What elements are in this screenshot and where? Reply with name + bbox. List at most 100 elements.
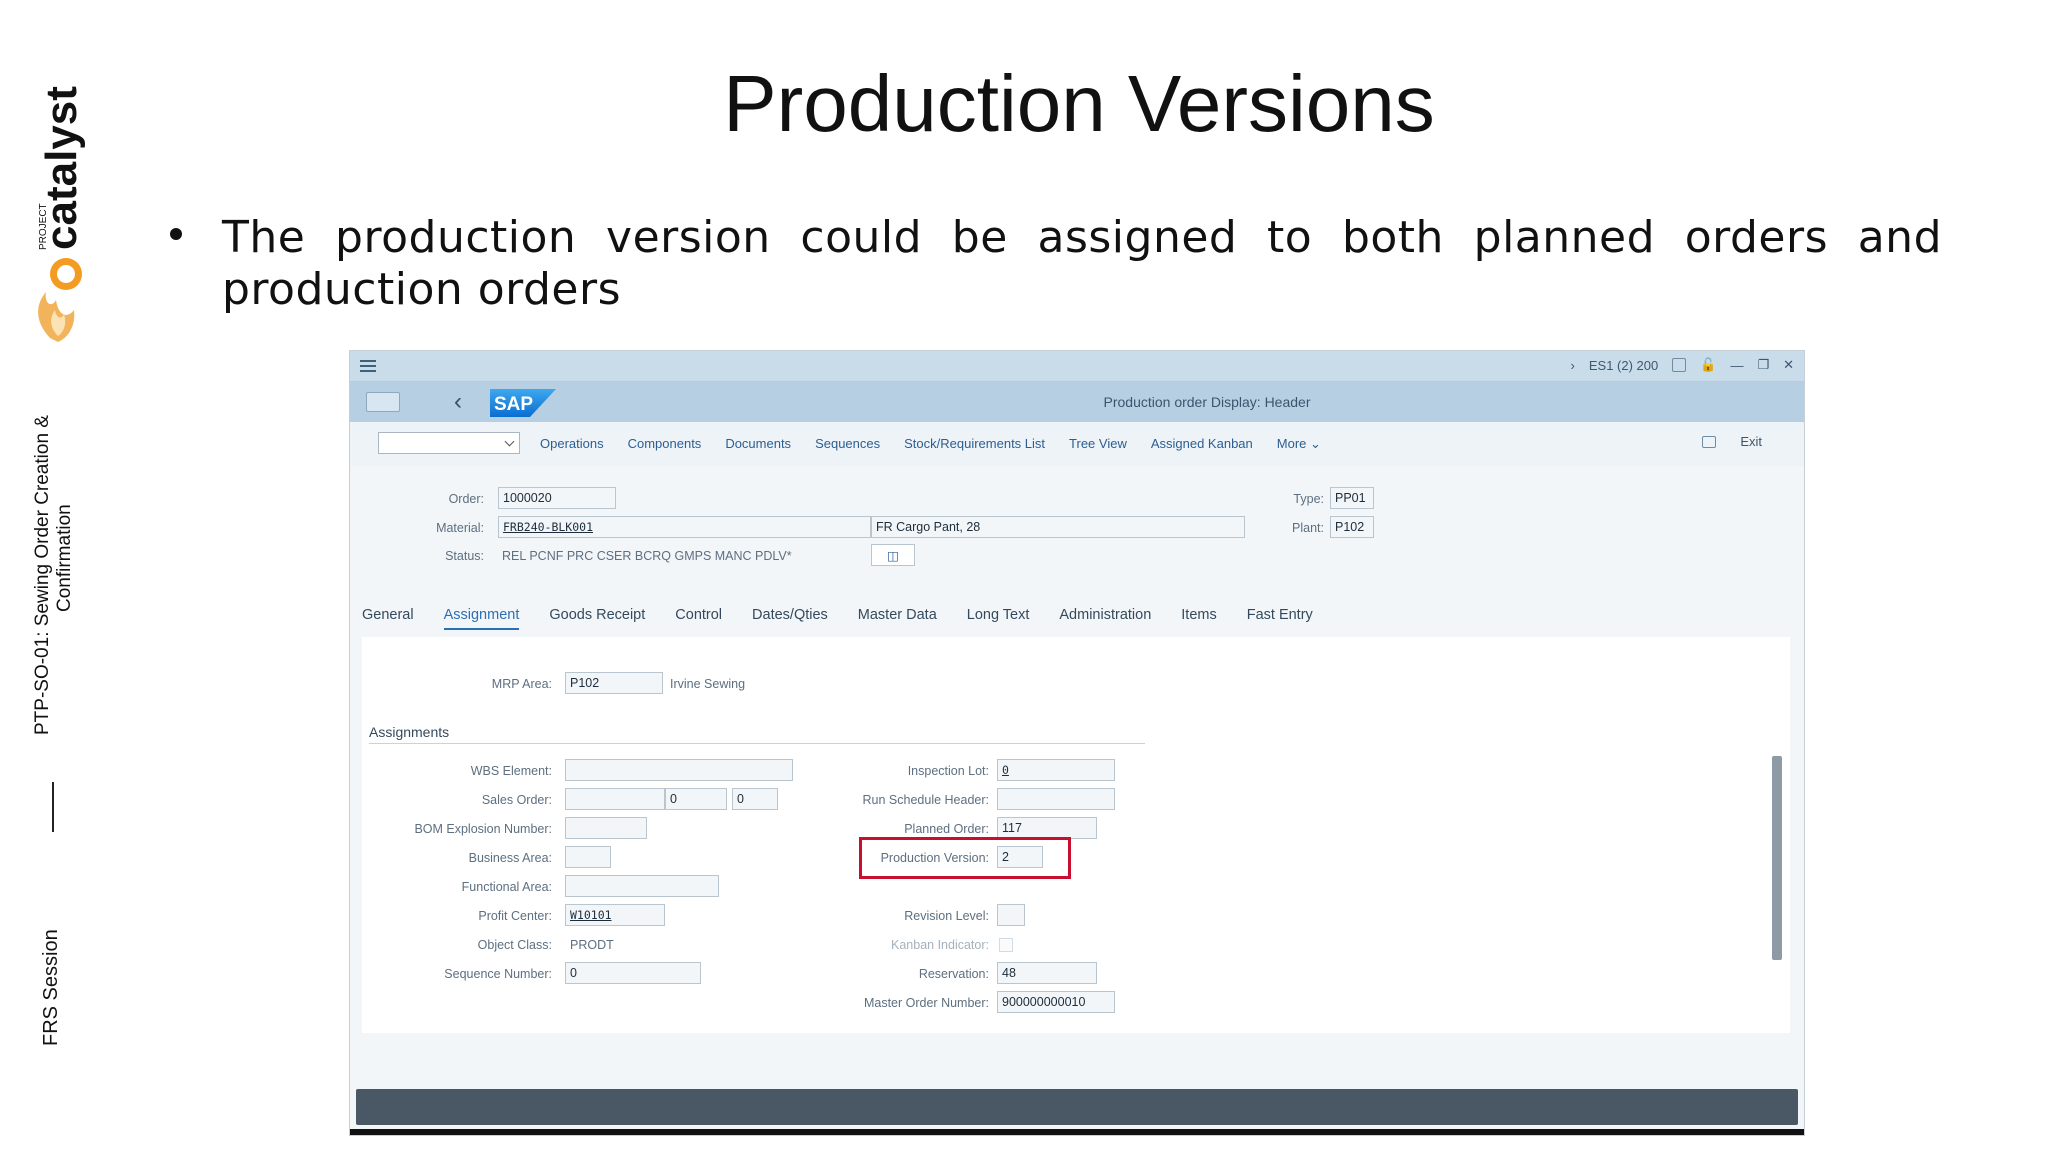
sap-shell-header: ‹ SAP Production order Display: Header bbox=[350, 382, 1804, 422]
toolbar-more[interactable]: More ⌄ bbox=[1277, 436, 1321, 452]
kanban-indicator-checkbox[interactable] bbox=[999, 938, 1013, 952]
rail-divider bbox=[52, 782, 54, 832]
toolbar-items: Operations Components Documents Sequence… bbox=[540, 436, 1321, 452]
kanban-indicator-label: Kanban Indicator: bbox=[891, 938, 989, 952]
master-order-number-field[interactable]: 900000000010 bbox=[997, 991, 1115, 1013]
order-field[interactable]: 1000020 bbox=[498, 487, 616, 509]
profit-center-label: Profit Center: bbox=[478, 909, 552, 923]
rail-session-label: FRS Session bbox=[40, 929, 62, 1046]
chevron-down-icon: ⌄ bbox=[1310, 436, 1321, 451]
type-label: Type: bbox=[1293, 492, 1324, 506]
sequence-number-label: Sequence Number: bbox=[444, 967, 552, 981]
slide: catalyst PROJECT PTP-SO-01: Sewing Order… bbox=[0, 0, 2048, 1152]
reservation-field[interactable]: 48 bbox=[997, 962, 1097, 984]
tab-goods-receipt[interactable]: Goods Receipt bbox=[549, 607, 645, 630]
toolbar-right: Exit bbox=[1702, 434, 1762, 449]
mrp-area-label: MRP Area: bbox=[491, 677, 552, 691]
toolbar-assigned-kanban[interactable]: Assigned Kanban bbox=[1151, 436, 1253, 452]
left-rail: catalyst PROJECT PTP-SO-01: Sewing Order… bbox=[0, 0, 110, 1152]
assignments-section-title: Assignments bbox=[369, 724, 450, 740]
order-label: Order: bbox=[448, 492, 484, 506]
toolbar-stock-requirements[interactable]: Stock/Requirements List bbox=[904, 436, 1045, 452]
tab-general[interactable]: General bbox=[362, 607, 414, 630]
object-class-label: Object Class: bbox=[477, 938, 552, 952]
screen-title: Production order Display: Header bbox=[1103, 394, 1311, 410]
mrp-area-field[interactable]: P102 bbox=[565, 672, 663, 694]
toolbar-documents[interactable]: Documents bbox=[725, 436, 791, 452]
revision-level-field[interactable] bbox=[997, 904, 1025, 926]
profit-center-field[interactable]: W10101 bbox=[565, 904, 665, 926]
planned-order-label: Planned Order: bbox=[904, 822, 989, 836]
vertical-scrollbar[interactable] bbox=[1772, 756, 1782, 960]
exit-button[interactable]: Exit bbox=[1740, 434, 1762, 449]
plant-field[interactable]: P102 bbox=[1330, 516, 1374, 538]
tab-assignment[interactable]: Assignment bbox=[443, 607, 520, 630]
bom-explosion-label: BOM Explosion Number: bbox=[414, 822, 552, 836]
material-description: FR Cargo Pant, 28 bbox=[871, 516, 1245, 538]
type-field[interactable]: PP01 bbox=[1330, 487, 1374, 509]
object-class-value: PRODT bbox=[570, 938, 614, 952]
close-icon[interactable]: ✕ bbox=[1783, 357, 1794, 373]
bullet-text: The production version could be assigned… bbox=[222, 212, 1942, 315]
run-schedule-header-label: Run Schedule Header: bbox=[862, 793, 989, 807]
toolbar-tree-view[interactable]: Tree View bbox=[1069, 436, 1127, 452]
status-info-button[interactable]: ◫ bbox=[871, 544, 915, 566]
slide-title: Production Versions bbox=[723, 59, 1435, 148]
wbs-element-field[interactable] bbox=[565, 759, 793, 781]
wbs-element-label: WBS Element: bbox=[470, 764, 552, 778]
toolbar-operations[interactable]: Operations bbox=[540, 436, 604, 452]
rail-title-line2: Confirmation bbox=[54, 504, 75, 612]
assignment-panel: MRP Area: P102 Irvine Sewing Assignments… bbox=[362, 637, 1790, 1033]
master-order-number-label: Master Order Number: bbox=[863, 996, 989, 1010]
production-version-highlight bbox=[859, 837, 1071, 879]
assignments-divider bbox=[369, 743, 1145, 744]
tab-items[interactable]: Items bbox=[1181, 607, 1216, 630]
tab-long-text[interactable]: Long Text bbox=[967, 607, 1030, 630]
status-footer-bar bbox=[356, 1089, 1798, 1125]
sequence-number-field[interactable]: 0 bbox=[565, 962, 701, 984]
sales-order-field[interactable] bbox=[565, 788, 665, 810]
tab-fast-entry[interactable]: Fast Entry bbox=[1247, 607, 1313, 630]
sales-order-schedule-field[interactable]: 0 bbox=[732, 788, 778, 810]
toolbar-sequences[interactable]: Sequences bbox=[815, 436, 880, 452]
bottom-border bbox=[350, 1129, 1804, 1135]
toolbar-more-label: More bbox=[1276, 436, 1307, 451]
system-info-bar: › ES1 (2) 200 🔓 — ❐ ✕ bbox=[1571, 357, 1794, 373]
revision-level-label: Revision Level: bbox=[904, 909, 989, 923]
lock-icon[interactable]: 🔓 bbox=[1700, 357, 1716, 373]
material-field[interactable]: FRB240-BLK001 bbox=[498, 516, 871, 538]
status-label: Status: bbox=[445, 549, 484, 563]
planned-order-field[interactable]: 117 bbox=[997, 817, 1097, 839]
material-label: Material: bbox=[436, 521, 484, 535]
sap-window: › ES1 (2) 200 🔓 — ❐ ✕ ‹ SAP Production o… bbox=[349, 350, 1805, 1136]
logo-small: PROJECT bbox=[38, 203, 49, 250]
sales-order-item-field[interactable]: 0 bbox=[665, 788, 727, 810]
session-icon[interactable] bbox=[1672, 358, 1687, 372]
run-schedule-header-field[interactable] bbox=[997, 788, 1115, 810]
business-area-field[interactable] bbox=[565, 846, 611, 868]
minimize-icon[interactable]: — bbox=[1730, 358, 1743, 373]
plant-label: Plant: bbox=[1292, 521, 1324, 535]
toolbar-components[interactable]: Components bbox=[628, 436, 702, 452]
system-info: ES1 (2) 200 bbox=[1588, 357, 1659, 373]
chevron-right-icon[interactable]: › bbox=[1571, 358, 1575, 373]
bullet-icon bbox=[170, 228, 182, 240]
functional-area-field[interactable] bbox=[565, 875, 719, 897]
business-area-label: Business Area: bbox=[468, 851, 552, 865]
tab-master-data[interactable]: Master Data bbox=[858, 607, 937, 630]
tab-dates-qties[interactable]: Dates/Qties bbox=[752, 607, 828, 630]
tab-control[interactable]: Control bbox=[675, 607, 722, 630]
toolbar-select[interactable] bbox=[378, 432, 520, 454]
reservation-label: Reservation: bbox=[918, 967, 989, 981]
restore-icon[interactable]: ❐ bbox=[1757, 357, 1769, 373]
bom-explosion-field[interactable] bbox=[565, 817, 647, 839]
tab-administration[interactable]: Administration bbox=[1059, 607, 1151, 630]
mrp-area-description: Irvine Sewing bbox=[670, 677, 746, 691]
rail-title-line1: PTP-SO-01: Sewing Order Creation & bbox=[32, 415, 53, 735]
functional-area-label: Functional Area: bbox=[461, 880, 552, 894]
hamburger-icon[interactable] bbox=[360, 360, 376, 373]
inspection-lot-label: Inspection Lot: bbox=[907, 764, 989, 778]
inspection-lot-field[interactable]: 0 bbox=[997, 759, 1115, 781]
status-value: REL PCNF PRC CSER BCRQ GMPS MANC PDLV* bbox=[502, 549, 792, 563]
print-icon[interactable] bbox=[1702, 435, 1717, 448]
